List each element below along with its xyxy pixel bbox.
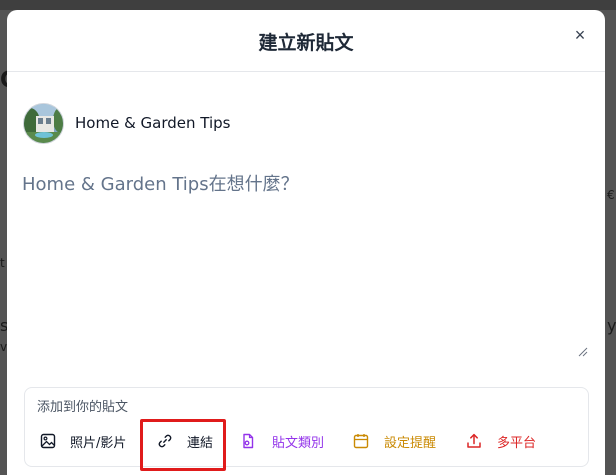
background-text: € <box>607 188 615 202</box>
add-to-post-panel: 添加到你的貼文 照片/影片 連結 貼文類別 設定提醒 多平台 <box>24 387 589 467</box>
avatar-image <box>24 104 63 143</box>
create-post-modal: 建立新貼文 × Home & Garden Tips 添加到你的貼文 <box>7 10 605 475</box>
close-button[interactable]: × <box>569 24 591 46</box>
photo-video-button[interactable]: 照片/影片 <box>40 428 126 454</box>
set-reminder-button[interactable]: 設定提醒 <box>353 428 436 454</box>
calendar-icon <box>353 434 369 449</box>
modal-title: 建立新貼文 <box>258 32 354 54</box>
share-upload-icon <box>467 433 481 448</box>
background-text: y <box>607 316 616 335</box>
page-avatar <box>23 103 64 144</box>
add-to-post-title: 添加到你的貼文 <box>37 400 129 415</box>
background-top-bar <box>0 0 616 10</box>
modal-header: 建立新貼文 × <box>7 10 605 72</box>
close-icon: × <box>574 25 586 45</box>
multi-platform-label: 多平台 <box>497 435 537 451</box>
multi-platform-button[interactable]: 多平台 <box>466 428 536 454</box>
resize-handle-icon[interactable] <box>578 347 588 357</box>
background-text: t <box>0 256 5 270</box>
document-tag-icon <box>243 433 254 449</box>
post-type-button[interactable]: 貼文類別 <box>240 428 324 454</box>
page-name: Home & Garden Tips <box>75 114 231 132</box>
post-type-label: 貼文類別 <box>272 435 325 451</box>
image-icon <box>40 433 56 449</box>
set-reminder-label: 設定提醒 <box>384 435 437 451</box>
link-highlight-box <box>140 419 226 471</box>
photo-video-label: 照片/影片 <box>70 435 127 451</box>
post-composer-input[interactable] <box>22 170 589 360</box>
